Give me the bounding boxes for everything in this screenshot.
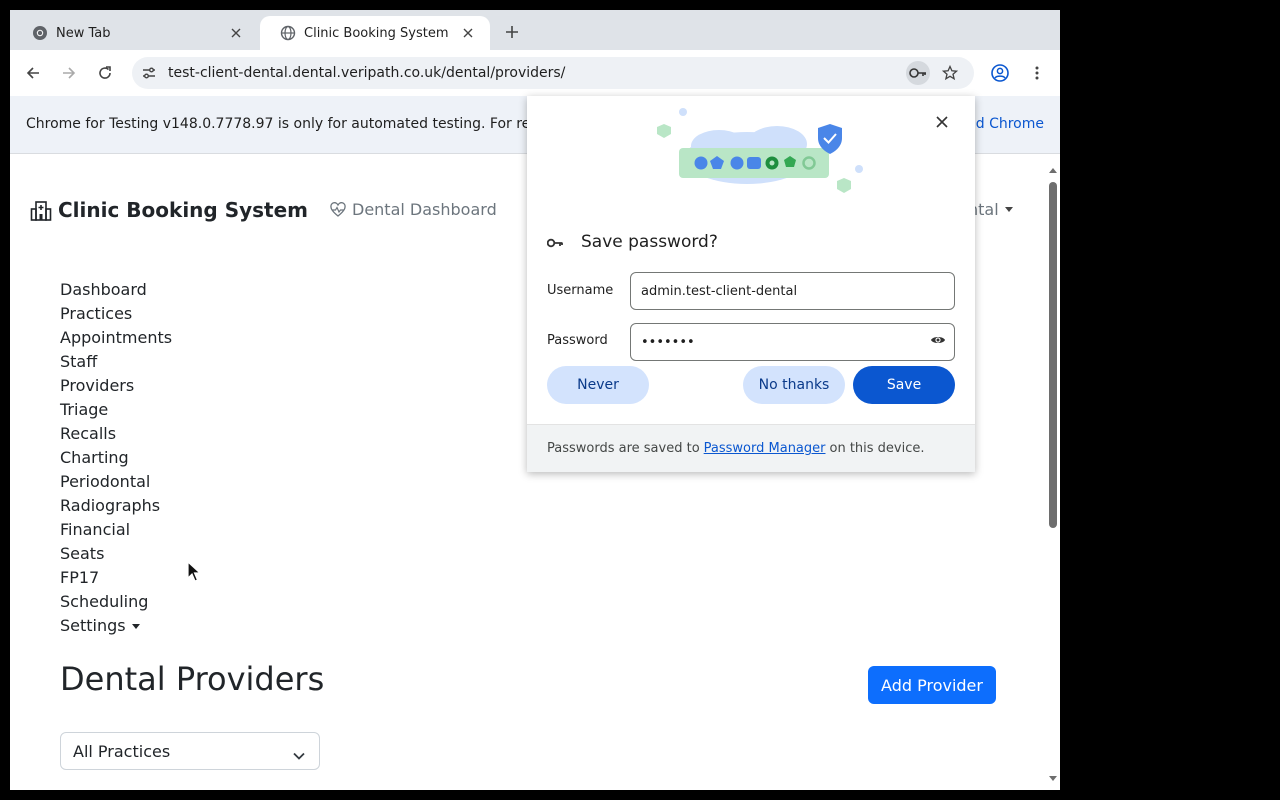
close-icon[interactable] — [932, 112, 952, 132]
caret-down-icon — [131, 624, 140, 629]
key-icon[interactable] — [906, 61, 930, 85]
dashboard-link-label: Dental Dashboard — [352, 200, 497, 219]
menu-icon[interactable] — [1025, 61, 1049, 85]
scroll-thumb[interactable] — [1049, 182, 1057, 528]
page-scrollbar[interactable] — [1046, 154, 1060, 790]
eye-icon[interactable] — [930, 334, 946, 346]
nav-item-radiographs[interactable]: Radiographs — [60, 494, 172, 518]
nav-item-practices[interactable]: Practices — [60, 302, 172, 326]
hospital-icon — [30, 199, 52, 221]
dialog-header: Save password? — [546, 232, 718, 252]
username-label: Username — [547, 283, 614, 298]
profile-icon[interactable] — [988, 61, 1012, 85]
dashboard-link[interactable]: Dental Dashboard — [330, 200, 497, 219]
nav-item-staff[interactable]: Staff — [60, 350, 172, 374]
nav-item-settings-label: Settings — [60, 616, 126, 635]
tab-clinic-booking[interactable]: Clinic Booking System — [260, 16, 490, 50]
nav-item-seats[interactable]: Seats — [60, 542, 172, 566]
tab-title: Clinic Booking System — [304, 25, 449, 41]
dialog-footer: Passwords are saved to Password Manager … — [527, 424, 975, 472]
password-manager-link[interactable]: Password Manager — [704, 441, 826, 456]
tab-strip: New Tab Clinic Booking System — [10, 10, 1060, 50]
practice-filter-select[interactable]: All Practices — [60, 732, 320, 770]
nav-item-fp17[interactable]: FP17 — [60, 566, 172, 590]
nav-item-charting[interactable]: Charting — [60, 446, 172, 470]
caret-down-icon — [1004, 207, 1013, 212]
reload-icon[interactable] — [93, 61, 117, 85]
omnibox[interactable]: test-client-dental.dental.veripath.co.uk… — [132, 57, 974, 89]
never-button[interactable]: Never — [547, 366, 649, 404]
plus-icon[interactable] — [500, 20, 524, 44]
infobar-text: Chrome for Testing v148.0.7778.97 is onl… — [26, 116, 531, 132]
side-nav: Dashboard Practices Appointments Staff P… — [60, 278, 172, 638]
practice-filter-value: All Practices — [73, 741, 171, 761]
scroll-down-arrow-icon[interactable] — [1049, 767, 1057, 786]
globe-icon — [280, 25, 296, 41]
nav-item-dashboard[interactable]: Dashboard — [60, 278, 172, 302]
nav-item-providers[interactable]: Providers — [60, 374, 172, 398]
footer-suffix: on this device. — [829, 441, 925, 456]
page-title: Dental Providers — [60, 660, 325, 698]
chrome-icon — [32, 25, 48, 41]
username-value: admin.test-client-dental — [641, 283, 798, 299]
chevron-down-icon — [293, 745, 305, 764]
mouse-cursor-icon — [187, 561, 201, 582]
nav-item-recalls[interactable]: Recalls — [60, 422, 172, 446]
url-text: test-client-dental.dental.veripath.co.uk… — [168, 65, 566, 81]
close-icon[interactable] — [228, 25, 244, 41]
tab-new-tab[interactable]: New Tab — [12, 16, 258, 50]
footer-prefix: Passwords are saved to — [547, 441, 700, 456]
password-field[interactable]: ••••••• — [630, 323, 955, 361]
dialog-title: Save password? — [581, 232, 718, 252]
tab-title: New Tab — [56, 25, 111, 41]
toolbar: test-client-dental.dental.veripath.co.uk… — [10, 50, 1060, 96]
forward-icon[interactable] — [57, 61, 81, 85]
nav-item-triage[interactable]: Triage — [60, 398, 172, 422]
scroll-up-arrow-icon[interactable] — [1049, 158, 1057, 177]
password-illustration — [657, 108, 863, 193]
infobar-link[interactable]: d Chrome — [976, 116, 1044, 132]
brand[interactable]: Clinic Booking System — [30, 198, 308, 222]
save-button[interactable]: Save — [853, 366, 955, 404]
password-value: ••••••• — [641, 334, 695, 350]
nav-item-scheduling[interactable]: Scheduling — [60, 590, 172, 614]
nav-item-settings[interactable]: Settings — [60, 614, 172, 638]
browser-window: New Tab Clinic Booking System test-clien… — [10, 10, 1060, 790]
add-provider-button[interactable]: Add Provider — [868, 666, 996, 704]
nav-item-periodontal[interactable]: Periodontal — [60, 470, 172, 494]
close-icon[interactable] — [460, 25, 476, 41]
nav-item-appointments[interactable]: Appointments — [60, 326, 172, 350]
site-info-icon[interactable] — [138, 62, 160, 84]
brand-title: Clinic Booking System — [58, 198, 309, 222]
back-icon[interactable] — [21, 61, 45, 85]
username-field[interactable]: admin.test-client-dental — [630, 272, 955, 310]
heart-pulse-icon — [330, 201, 346, 218]
nav-item-financial[interactable]: Financial — [60, 518, 172, 542]
no-thanks-button[interactable]: No thanks — [743, 366, 845, 404]
password-label: Password — [547, 333, 608, 348]
star-icon[interactable] — [938, 61, 962, 85]
save-password-dialog: Save password? Username admin.test-clien… — [527, 96, 975, 472]
key-icon — [546, 233, 563, 252]
